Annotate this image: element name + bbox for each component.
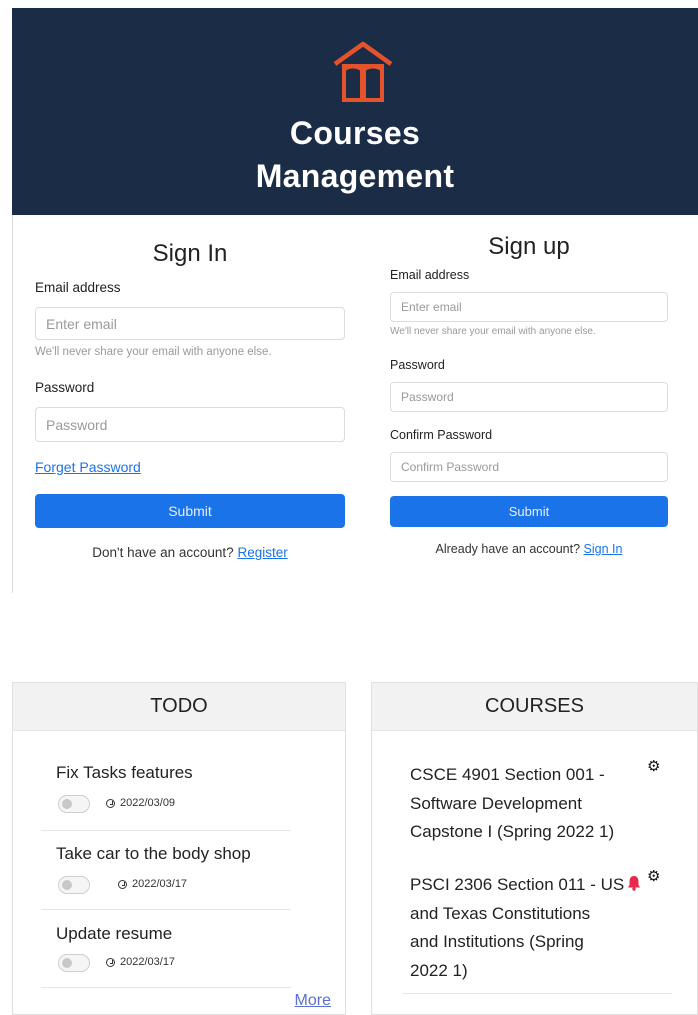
signin-link[interactable]: Sign In: [584, 542, 623, 556]
todo-item-date: 2022/03/09: [106, 797, 175, 809]
course-line: and Texas Constitutions: [410, 903, 591, 923]
todo-date-text: 2022/03/17: [120, 956, 176, 968]
signup-email-help: We'll never share your email with anyone…: [390, 326, 596, 337]
todo-card-title: TODO: [13, 683, 345, 731]
signup-email-placeholder: Enter email: [401, 300, 462, 314]
todo-item-text: Take car to the body shop: [56, 844, 251, 863]
signup-email-input[interactable]: Enter email: [390, 292, 668, 322]
course-line: 2022 1): [410, 960, 468, 980]
signin-footer-text: Don't have an account?: [92, 545, 234, 560]
signin-email-placeholder: Enter email: [46, 315, 117, 332]
todo-card: TODO Fix Tasks features 2022/03/09 Take …: [12, 682, 346, 1015]
bell-icon[interactable]: [627, 875, 641, 891]
app-header: Courses Management: [12, 8, 698, 215]
todo-item-text: Update resume: [56, 924, 173, 943]
clock-icon: [106, 957, 115, 967]
todo-divider: [41, 909, 291, 910]
more-link[interactable]: More: [295, 992, 331, 1010]
todo-item: Update resume 2022/03/17: [56, 924, 306, 972]
todo-divider: [41, 987, 291, 988]
signin-email-input[interactable]: Enter email: [35, 307, 345, 340]
signin-password-label: Password: [35, 380, 95, 395]
todo-item-date: 2022/03/17: [106, 956, 175, 968]
todo-item-text: Fix Tasks features: [56, 763, 193, 782]
signin-submit-button[interactable]: Submit: [35, 494, 345, 528]
signup-password-placeholder: Password: [401, 390, 454, 404]
signup-footer-text: Already have an account?: [435, 542, 581, 556]
signup-title: Sign up: [488, 233, 570, 260]
course-divider: [402, 993, 672, 994]
todo-toggle[interactable]: [58, 876, 90, 894]
signin-email-label: Email address: [35, 280, 121, 295]
signup-footer: Already have an account? Sign In: [390, 542, 668, 556]
signup-submit-button[interactable]: Submit: [390, 496, 668, 527]
todo-toggle[interactable]: [58, 795, 90, 813]
todo-date-text: 2022/03/17: [132, 878, 188, 890]
todo-item: Fix Tasks features 2022/03/09: [56, 763, 306, 813]
signin-password-input[interactable]: Password: [35, 407, 345, 442]
signin-password-placeholder: Password: [46, 416, 108, 433]
gear-icon[interactable]: ⚙: [647, 867, 660, 885]
courses-card-title: COURSES: [372, 683, 697, 731]
courses-card: COURSES CSCE 4901 Section 001 - Software…: [371, 682, 698, 1015]
signup-password-input[interactable]: Password: [390, 382, 668, 412]
brand-title: Courses Management: [12, 112, 698, 198]
course-item[interactable]: CSCE 4901 Section 001 - Software Develop…: [410, 761, 640, 847]
forget-password-link[interactable]: Forget Password: [35, 459, 141, 475]
gear-icon[interactable]: ⚙: [647, 757, 660, 775]
todo-item: Take car to the body shop 2022/03/17: [56, 844, 306, 894]
course-line: CSCE 4901 Section 001 -: [410, 765, 605, 784]
course-line: Software Development: [410, 793, 582, 813]
course-item[interactable]: PSCI 2306 Section 011 - US and Texas Con…: [410, 871, 640, 985]
course-line: Capstone I (Spring 2022 1): [410, 822, 615, 841]
brand-title-line2: Management: [255, 158, 455, 194]
signup-confirm-label: Confirm Password: [390, 428, 493, 442]
signin-title: Sign In: [152, 240, 228, 267]
signup-password-label: Password: [390, 358, 445, 372]
signin-footer: Don't have an account? Register: [35, 545, 345, 560]
brand-title-line1: Courses: [289, 115, 421, 151]
todo-toggle[interactable]: [58, 954, 90, 972]
signup-email-label: Email address: [390, 268, 470, 282]
todo-item-date: 2022/03/17: [118, 878, 187, 890]
clock-icon: [118, 879, 127, 889]
book-house-icon: [333, 41, 393, 102]
clock-icon: [106, 798, 115, 808]
todo-divider: [41, 830, 291, 831]
todo-date-text: 2022/03/09: [120, 797, 176, 809]
signin-email-help: We'll never share your email with anyone…: [35, 346, 272, 358]
course-line: PSCI 2306 Section 011 - US: [410, 875, 625, 894]
auth-section: Sign In Email address Enter email We'll …: [12, 215, 698, 593]
signup-confirm-input[interactable]: Confirm Password: [390, 452, 668, 482]
signup-confirm-placeholder: Confirm Password: [401, 460, 500, 474]
course-line: and Institutions (Spring: [410, 932, 584, 951]
register-link[interactable]: Register: [237, 545, 287, 560]
